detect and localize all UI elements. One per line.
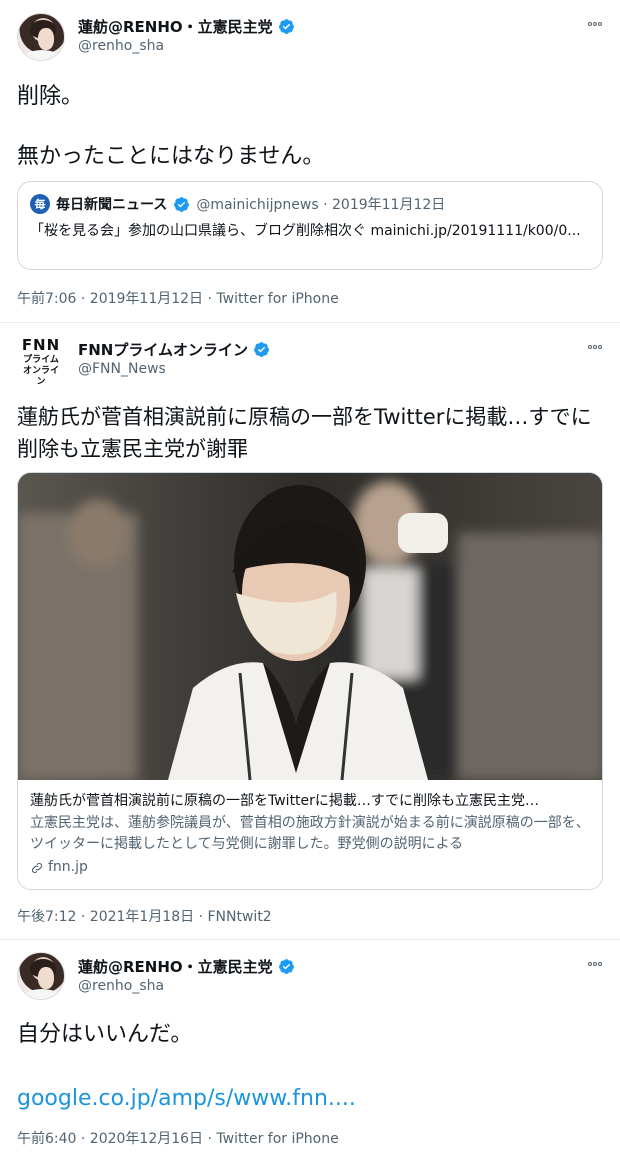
card-domain-text: fnn.jp [48, 859, 88, 875]
quoted-display-name: 毎日新聞ニュース [56, 197, 168, 213]
display-name[interactable]: 蓮舫@RENHO・立憲民主党 [78, 16, 273, 37]
tweet-meta[interactable]: 午前7:06 · 2019年11月12日 · Twitter for iPhon… [17, 288, 339, 308]
quoted-handle-date: @mainichijpnews · 2019年11月12日 [196, 197, 446, 213]
fnn-logo: FNN プライム オンライン [21, 336, 61, 385]
link-card[interactable]: 蓮舫氏が菅首相演説前に原稿の一部をTwitterに掲載…すでに削除も立憲民主党…… [17, 472, 603, 890]
author-row: FNNプライムオンライン [78, 339, 270, 360]
more-options-icon[interactable] [587, 337, 602, 353]
tweet-text: 自分はいいんだ。 [17, 1022, 193, 1047]
avatar[interactable]: FNN プライム オンライン [21, 336, 61, 384]
tweet-1[interactable]: 蓮舫@RENHO・立憲民主党 @renho_sha 削除。 無かったことにはなり… [0, 0, 620, 322]
handle[interactable]: @renho_sha [78, 978, 164, 994]
tweet-meta[interactable]: 午後7:12 · 2021年1月18日 · FNNtwit2 [17, 906, 272, 926]
display-name[interactable]: 蓮舫@RENHO・立憲民主党 [78, 956, 273, 977]
verified-badge-icon [174, 196, 190, 212]
card-description: 立憲民主党は、蓮舫参院議員が、菅首相の施政方針演説が始まる前に演説原稿の一部を、… [30, 815, 590, 852]
tweet-3[interactable]: 蓮舫@RENHO・立憲民主党 @renho_sha 自分はいいんだ。 googl… [0, 940, 620, 1163]
verified-badge-icon [278, 959, 294, 974]
tweet-link[interactable]: google.co.jp/amp/s/www.fnn.... [17, 1082, 603, 1115]
author-row: 蓮舫@RENHO・立憲民主党 [78, 16, 295, 37]
card-image [18, 473, 602, 780]
avatar[interactable] [17, 13, 65, 61]
handle[interactable]: @renho_sha [78, 38, 164, 54]
tweet-text-line: 削除。 [17, 84, 84, 109]
card-title: 蓮舫氏が菅首相演説前に原稿の一部をTwitterに掲載…すでに削除も立憲民主党… [30, 793, 540, 809]
mainichi-logo-icon: 毎 [30, 194, 50, 214]
verified-badge-icon [278, 19, 294, 34]
more-options-icon[interactable] [587, 14, 602, 30]
more-options-icon[interactable] [587, 954, 602, 970]
link-icon [31, 862, 43, 873]
quoted-tweet-header: 毎 毎日新聞ニュース @mainichijpnews · 2019年11月12日 [30, 194, 445, 214]
avatar[interactable] [17, 952, 65, 1000]
tweet-2[interactable]: FNN プライム オンライン FNNプライムオンライン @FNN_News 蓮舫… [0, 323, 620, 939]
quoted-tweet[interactable]: 毎 毎日新聞ニュース @mainichijpnews · 2019年11月12日… [17, 181, 603, 270]
card-photo [18, 473, 602, 780]
tweet-text: 蓮舫氏が菅首相演説前に原稿の一部をTwitterに掲載…すでに削除も立憲民主党が… [17, 405, 592, 461]
author-row: 蓮舫@RENHO・立憲民主党 [78, 956, 295, 977]
quoted-text: 「桜を見る会」参加の山口県議ら、ブログ削除相次ぐ mainichi.jp/201… [30, 223, 581, 239]
card-domain: fnn.jp [30, 857, 590, 878]
handle[interactable]: @FNN_News [78, 361, 166, 377]
display-name[interactable]: FNNプライムオンライン [78, 339, 248, 360]
tweet-text: 削除。 無かったことにはなりません。 [17, 80, 603, 173]
verified-badge-icon [254, 342, 269, 357]
tweet-meta[interactable]: 午前6:40 · 2020年12月16日 · Twitter for iPhon… [17, 1128, 339, 1148]
card-body: 蓮舫氏が菅首相演説前に原稿の一部をTwitterに掲載…すでに削除も立憲民主党…… [30, 791, 590, 878]
tweet-text-line: 無かったことにはなりません。 [17, 144, 325, 169]
